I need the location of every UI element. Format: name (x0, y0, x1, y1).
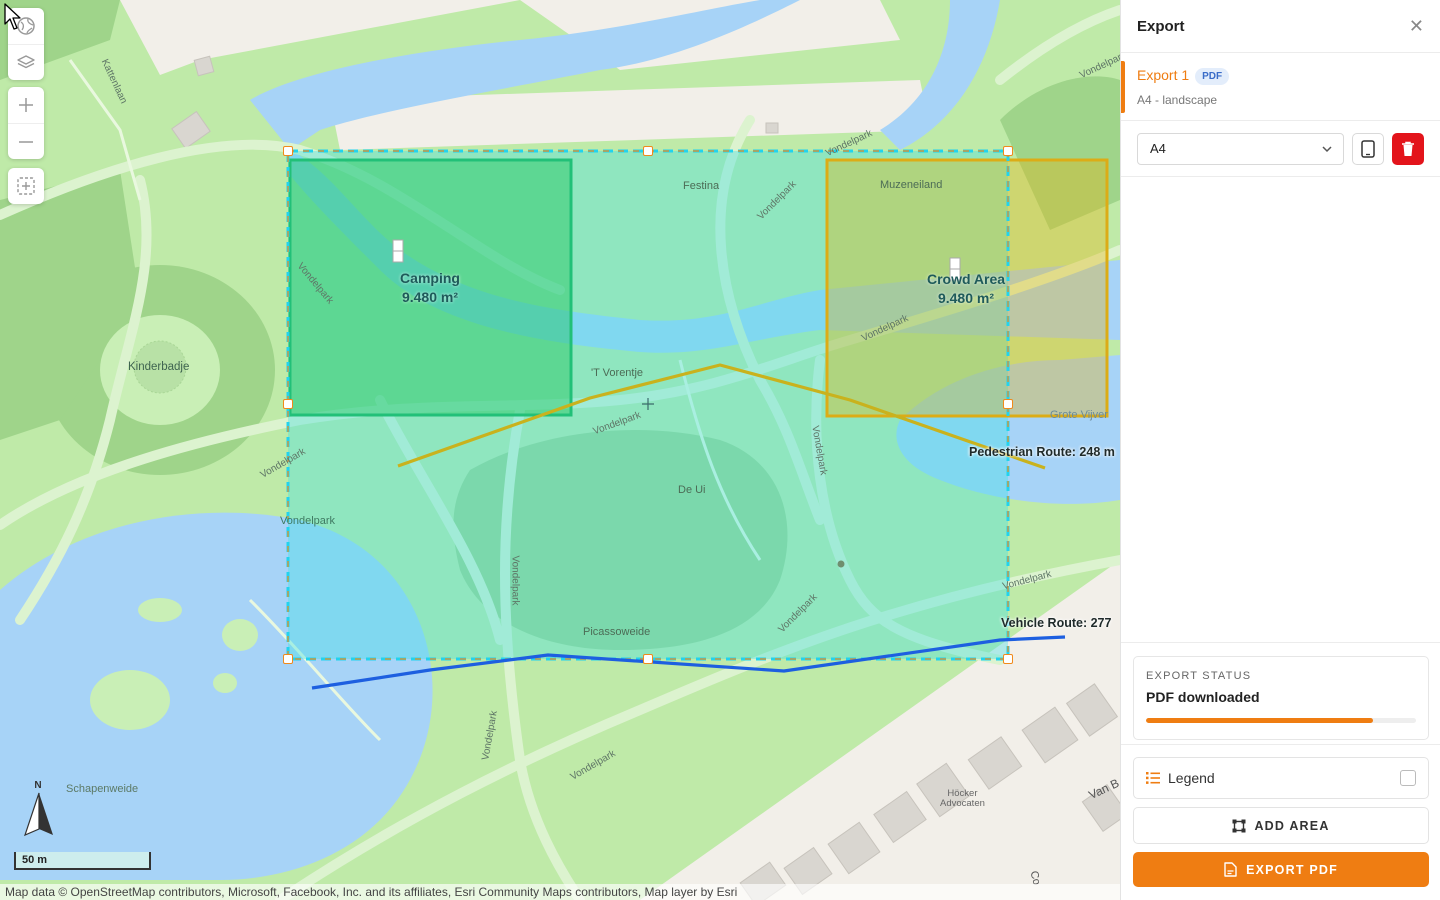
area-label-camping: Camping 9.480 m² (380, 269, 480, 307)
area-name: Camping (400, 270, 460, 286)
export-item[interactable]: Export 1 PDF A4 - landscape (1121, 53, 1440, 121)
frame-handle-bottom[interactable] (643, 654, 653, 664)
zoom-in-icon[interactable] (8, 87, 44, 123)
route-label-vehicle: Vehicle Route: 277 (1001, 616, 1112, 630)
route-label-pedestrian: Pedestrian Route: 248 m (969, 445, 1115, 459)
frame-handle-top-right[interactable] (1003, 146, 1013, 156)
area-frame-icon (1232, 819, 1246, 832)
close-icon[interactable]: ✕ (1409, 16, 1424, 37)
export-status-card: EXPORT STATUS PDF downloaded (1133, 656, 1429, 740)
add-area-label: ADD AREA (1254, 818, 1330, 833)
map-view[interactable]: Kattenlaan Kinderbadje Vondelpark Vondel… (0, 0, 1120, 900)
layers-icon[interactable] (8, 44, 44, 80)
place-label-festina: Festina (683, 180, 720, 192)
frame-handle-top-left[interactable] (283, 146, 293, 156)
orientation-button[interactable] (1352, 132, 1384, 165)
area-label-crowd-area: Crowd Area 9.480 m² (916, 270, 1016, 308)
format-badge: PDF (1195, 68, 1230, 85)
select-area-icon[interactable] (8, 168, 44, 204)
map-attribution: Map data © OpenStreetMap contributors, M… (0, 884, 1120, 900)
place-label-schapenweide: Schapenweide (66, 783, 139, 795)
scale-bar: 50 m (14, 852, 151, 870)
paper-size-value: A4 (1150, 141, 1166, 156)
chevron-down-icon (1322, 145, 1332, 152)
export-item-name: Export 1 (1137, 67, 1190, 83)
paper-size-select[interactable]: A4 (1137, 132, 1344, 165)
north-arrow: N (22, 780, 56, 842)
status-text: PDF downloaded (1146, 689, 1260, 705)
street-label: Vondelpark (509, 555, 521, 606)
frame-handle-bottom-right[interactable] (1003, 654, 1013, 664)
trash-icon (1402, 141, 1414, 156)
export-pdf-label: EXPORT PDF (1246, 862, 1338, 877)
legend-label: Legend (1168, 770, 1215, 786)
area-size: 9.480 m² (937, 290, 995, 306)
export-pdf-button[interactable]: EXPORT PDF (1133, 852, 1429, 887)
map-basemap (0, 0, 1120, 900)
format-row: A4 (1121, 121, 1440, 177)
frame-handle-bottom-left[interactable] (283, 654, 293, 664)
place-label-hocker: Höcker Advocaten (940, 788, 985, 809)
place-label-kinderbadje: Kinderbadje (128, 361, 190, 373)
place-label-muzeneiland: Muzeneiland (880, 179, 943, 191)
select-controls (8, 168, 44, 204)
add-area-button[interactable]: ADD AREA (1133, 807, 1429, 844)
legend-toggle-row[interactable]: Legend (1133, 757, 1429, 799)
panel-title: Export (1137, 17, 1185, 35)
frame-handle-top[interactable] (643, 146, 653, 156)
export-panel: Export ✕ Export 1 PDF A4 - landscape A4 E… (1120, 0, 1440, 900)
legend-checkbox[interactable] (1400, 770, 1416, 786)
scale-label: 50 m (22, 854, 48, 866)
delete-export-button[interactable] (1392, 132, 1424, 165)
north-arrow-icon (24, 792, 53, 837)
place-label-picassoweide: Picassoweide (583, 626, 651, 638)
export-item-accent (1121, 61, 1125, 113)
area-name: Crowd Area (926, 271, 1006, 287)
north-label: N (34, 780, 42, 791)
zoom-out-icon[interactable] (8, 123, 44, 159)
place-label-de-ui: De Ui (678, 484, 706, 496)
legend-label-group: Legend (1146, 770, 1215, 786)
export-item-subtitle: A4 - landscape (1137, 93, 1218, 107)
status-heading: EXPORT STATUS (1146, 670, 1252, 682)
progress-fill (1146, 718, 1373, 723)
street-label: Vondelpark (280, 515, 336, 527)
area-size: 9.480 m² (401, 289, 459, 305)
progress-bar (1146, 718, 1416, 723)
mouse-cursor-icon (4, 3, 21, 30)
place-label-t-vorentje: 'T Vorentje (591, 367, 644, 379)
list-icon (1146, 772, 1160, 784)
pdf-file-icon (1224, 862, 1237, 877)
panel-actions: Legend ADD AREA EXPORT PDF (1121, 744, 1440, 900)
zoom-controls (8, 87, 44, 159)
place-label-grote-vijver: Grote Vijver (1050, 409, 1108, 421)
panel-header: Export ✕ (1121, 0, 1440, 53)
export-status-section: EXPORT STATUS PDF downloaded (1121, 642, 1440, 744)
frame-handle-right[interactable] (1003, 399, 1013, 409)
frame-handle-left[interactable] (283, 399, 293, 409)
tablet-icon (1361, 139, 1375, 158)
